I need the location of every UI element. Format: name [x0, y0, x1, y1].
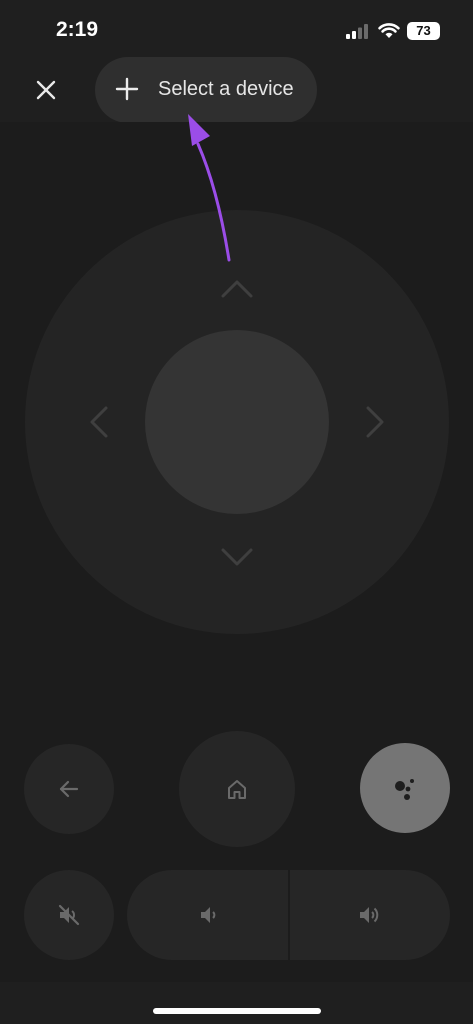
home-indicator[interactable] [153, 1008, 321, 1014]
dpad-select-button[interactable] [145, 330, 329, 514]
volume-up-button[interactable] [290, 870, 450, 960]
mute-button[interactable] [24, 870, 114, 960]
volume-down-button[interactable] [127, 870, 288, 960]
volume-up-icon [360, 907, 379, 923]
bottom-bar [0, 982, 473, 1024]
assistant-icon [395, 779, 414, 800]
mute-icon [58, 904, 80, 926]
back-button[interactable] [24, 744, 114, 834]
cellular-signal-icon [346, 24, 368, 39]
home-button[interactable] [179, 731, 295, 847]
battery-indicator: 73 [407, 22, 440, 40]
select-device-label: Select a device [158, 78, 294, 100]
back-arrow-icon [59, 780, 79, 798]
status-bar: 2:19 73 [0, 0, 473, 60]
home-icon [228, 780, 246, 799]
plus-icon [115, 77, 139, 101]
status-time: 2:19 [56, 18, 99, 41]
wifi-icon [378, 23, 400, 38]
chevron-right-icon[interactable] [354, 402, 394, 442]
annotation-arrow-icon [188, 114, 231, 262]
chevron-down-icon[interactable] [217, 538, 257, 578]
close-icon[interactable] [28, 72, 64, 108]
volume-down-icon [200, 907, 215, 923]
assistant-button[interactable] [360, 743, 450, 833]
chevron-up-icon[interactable] [217, 268, 257, 308]
volume-control [127, 870, 450, 960]
chevron-left-icon[interactable] [80, 402, 120, 442]
